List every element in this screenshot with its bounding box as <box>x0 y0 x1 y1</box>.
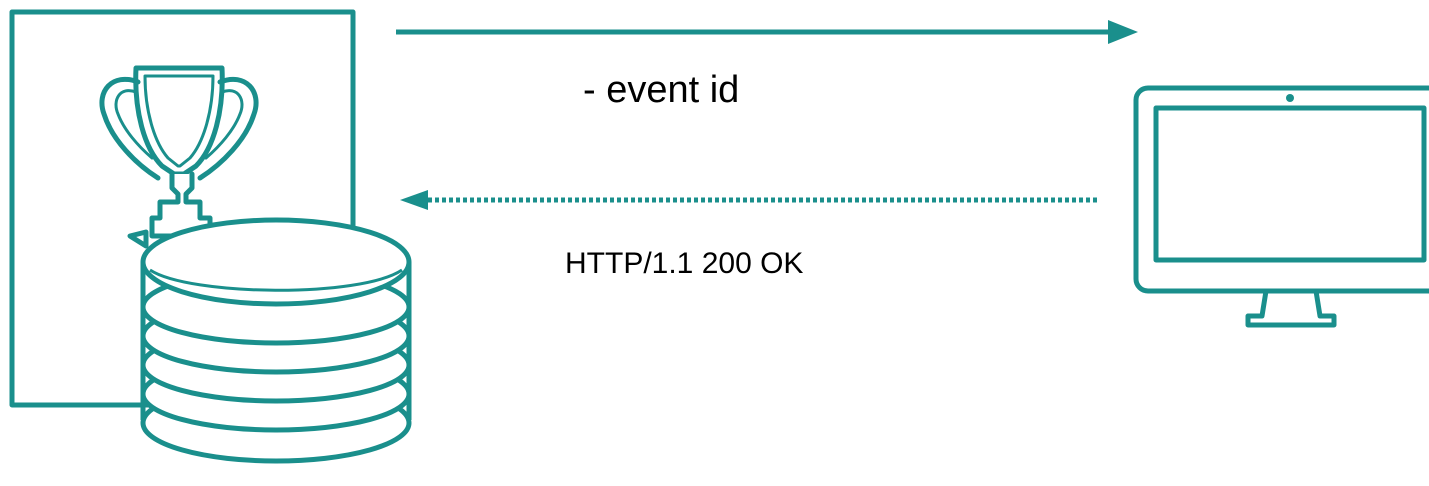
request-label: - event id <box>583 69 740 111</box>
coin-stack-icon <box>127 217 412 464</box>
response-arrow <box>400 190 1097 210</box>
monitor-icon <box>1133 85 1429 328</box>
monitor-camera <box>1286 94 1294 102</box>
request-arrow <box>396 20 1138 44</box>
monitor-stand <box>1245 290 1337 328</box>
response-label: HTTP/1.1 200 OK <box>565 247 804 280</box>
